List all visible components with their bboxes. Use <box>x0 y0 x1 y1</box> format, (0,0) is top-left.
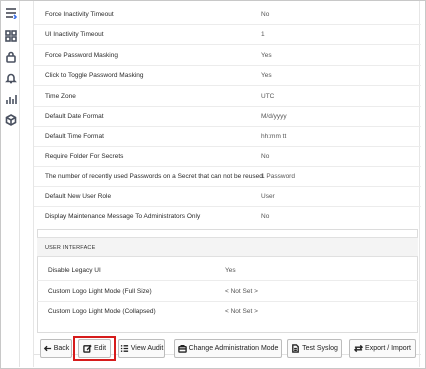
setting-label: UI Inactivity Timeout <box>45 31 104 38</box>
settings-row: Custom Logo Light Mode (Full Size) < Not… <box>37 282 418 302</box>
back-button[interactable]: Back <box>40 339 72 358</box>
section-header: USER INTERFACE <box>37 237 418 257</box>
export-import-label: Export / Import <box>365 345 411 352</box>
setting-value: No <box>261 153 270 160</box>
swap-arrows-icon <box>354 344 364 353</box>
package-icon[interactable] <box>4 113 17 126</box>
settings-row: Force Inactivity Timeout No <box>34 5 421 25</box>
setting-value: Yes <box>261 52 272 59</box>
setting-label: Force Inactivity Timeout <box>45 11 114 18</box>
setting-label: Default Time Format <box>45 133 104 140</box>
list-icon <box>120 345 128 352</box>
section-title: USER INTERFACE <box>45 245 96 251</box>
settings-row: Display Maintenance Message To Administr… <box>34 207 421 227</box>
settings-row: Time Zone UTC <box>34 87 421 107</box>
change-administration-mode-button[interactable]: Change Administration Mode <box>174 339 282 358</box>
document-icon <box>292 344 299 353</box>
settings-row: UI Inactivity Timeout 1 <box>34 25 421 45</box>
setting-value: 1 <box>261 31 265 38</box>
change-administration-mode-label: Change Administration Mode <box>188 345 279 352</box>
view-audit-button[interactable]: View Audit <box>118 339 165 358</box>
settings-row: Click to Toggle Password Masking Yes <box>34 66 421 86</box>
setting-value: hh:mm tt <box>261 133 287 140</box>
reports-icon[interactable] <box>4 92 17 105</box>
menu-icon[interactable] <box>4 6 17 19</box>
settings-row: The number of recently used Passwords on… <box>34 167 421 187</box>
setting-label: Default New User Role <box>45 193 112 200</box>
setting-label: Require Folder For Secrets <box>45 153 124 160</box>
setting-label: Display Maintenance Message To Administr… <box>45 213 201 220</box>
settings-row: Default New User Role User <box>34 187 421 207</box>
settings-row: Force Password Masking Yes <box>34 46 421 66</box>
view-audit-label: View Audit <box>130 345 164 352</box>
settings-panel: Force Inactivity Timeout No UI Inactivit… <box>33 1 421 367</box>
test-syslog-label: Test Syslog <box>302 345 338 352</box>
settings-row: Default Time Format hh:mm tt <box>34 127 421 147</box>
setting-value: Yes <box>225 267 236 274</box>
edit-highlight-box <box>73 336 116 361</box>
setting-value: No <box>261 11 270 18</box>
setting-label: Time Zone <box>45 93 76 100</box>
setting-value: 1 Password <box>261 173 295 180</box>
setting-label: Custom Logo Light Mode (Collapsed) <box>48 308 156 315</box>
setting-value: No <box>261 213 270 220</box>
settings-row: Custom Logo Light Mode (Collapsed) < Not… <box>37 302 418 322</box>
settings-row: Require Folder For Secrets No <box>34 147 421 167</box>
setting-value: UTC <box>261 93 275 100</box>
back-arrow-icon <box>43 345 51 352</box>
export-import-button[interactable]: Export / Import <box>349 339 416 358</box>
setting-value: User <box>261 193 275 200</box>
left-sidebar <box>1 1 20 367</box>
test-syslog-button[interactable]: Test Syslog <box>287 339 342 358</box>
setting-label: Disable Legacy UI <box>48 267 101 274</box>
setting-label: Default Date Format <box>45 113 104 120</box>
settings-row: Default Date Format M/d/yyyy <box>34 107 421 127</box>
setting-value: Yes <box>261 72 272 79</box>
lock-icon[interactable] <box>4 50 17 63</box>
briefcase-icon <box>177 344 187 353</box>
setting-value: M/d/yyyy <box>261 113 287 120</box>
back-label: Back <box>53 345 70 352</box>
setting-label: Force Password Masking <box>45 52 118 59</box>
setting-value: < Not Set > <box>225 308 258 315</box>
setting-label: The number of recently used Passwords on… <box>45 173 265 180</box>
dashboard-icon[interactable] <box>4 29 17 42</box>
bell-icon[interactable] <box>4 71 17 84</box>
setting-label: Click to Toggle Password Masking <box>45 72 144 79</box>
setting-label: Custom Logo Light Mode (Full Size) <box>48 288 152 295</box>
settings-row: Disable Legacy UI Yes <box>37 261 418 281</box>
setting-value: < Not Set > <box>225 288 258 295</box>
